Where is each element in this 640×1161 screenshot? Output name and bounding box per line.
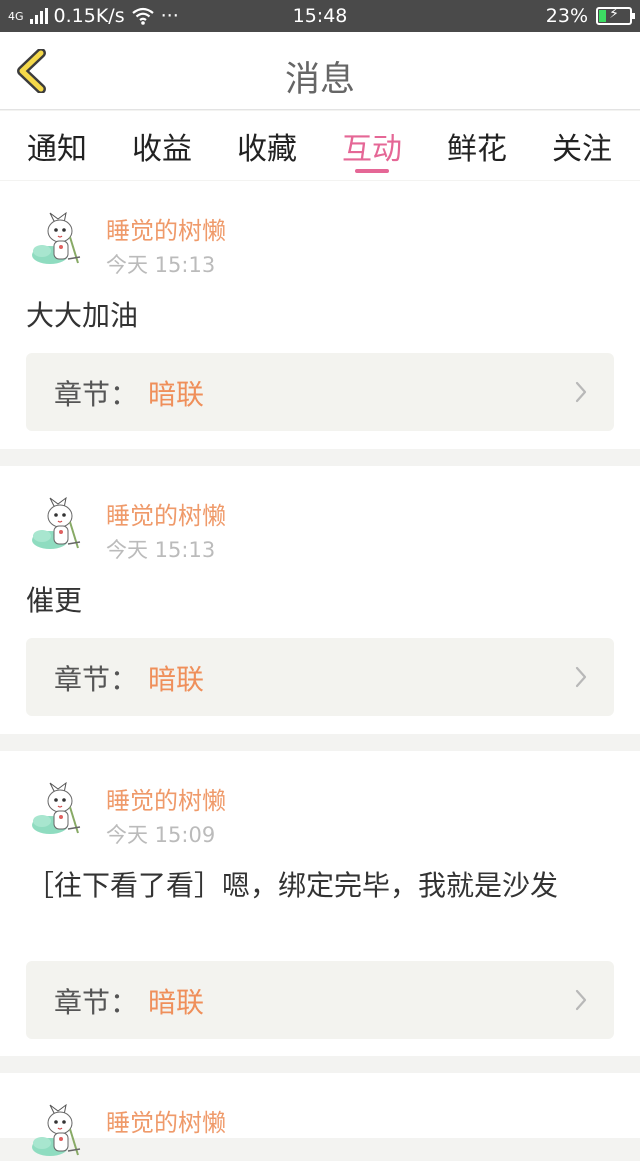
- username[interactable]: 睡觉的树懒: [106, 211, 226, 246]
- chapter-label: 章节：: [54, 378, 139, 411]
- chapter-name: 暗联: [148, 986, 205, 1019]
- tab-following[interactable]: 关注: [542, 124, 622, 168]
- battery-nub: [632, 13, 635, 19]
- avatar[interactable]: [28, 1103, 84, 1161]
- avatar[interactable]: [28, 781, 84, 839]
- chapter-name: 暗联: [148, 378, 205, 411]
- chapter-link[interactable]: 章节： 暗联: [26, 961, 614, 1039]
- username[interactable]: 睡觉的树懒: [106, 1103, 226, 1138]
- battery-icon: ⚡: [596, 6, 635, 25]
- chapter-link[interactable]: 章节： 暗联: [26, 638, 614, 716]
- chapter-name: 暗联: [148, 663, 205, 696]
- tab-bar: 通知 收益 收藏 互动 鲜花 关注: [0, 111, 640, 180]
- page-title: 消息: [284, 60, 355, 100]
- message-card: 睡觉的树懒: [0, 1073, 640, 1157]
- chevron-right-icon: [575, 989, 587, 1011]
- timestamp: 今天 15:13: [106, 538, 216, 562]
- message-card: 睡觉的树懒 今天 15:13 大大加油 章节： 暗联: [0, 181, 640, 449]
- tab-interactions[interactable]: 互动: [332, 124, 412, 168]
- avatar[interactable]: [28, 211, 84, 269]
- active-tab-indicator: [355, 169, 389, 173]
- tab-favorites[interactable]: 收藏: [227, 124, 307, 168]
- chapter-label: 章节：: [54, 663, 139, 696]
- chevron-right-icon: [575, 666, 587, 688]
- avatar[interactable]: [28, 496, 84, 554]
- tab-notifications[interactable]: 通知: [17, 124, 97, 168]
- message-card: 睡觉的树懒 今天 15:13 催更 章节： 暗联: [0, 466, 640, 734]
- charging-bolt-icon: ⚡: [609, 6, 619, 22]
- status-right: 23% ⚡: [545, 5, 635, 27]
- chapter-label: 章节：: [54, 986, 139, 1019]
- chevron-right-icon: [575, 381, 587, 403]
- tab-earnings[interactable]: 收益: [122, 124, 202, 168]
- username[interactable]: 睡觉的树懒: [106, 781, 226, 816]
- status-bar: 4G 0.15K/s ··· 15:48 23% ⚡: [0, 0, 640, 32]
- message-text: 大大加油: [26, 299, 139, 332]
- timestamp: 今天 15:13: [106, 253, 216, 277]
- battery-percent: 23%: [545, 5, 588, 27]
- message-card: 睡觉的树懒 今天 15:09 ［往下看了看］嗯，绑定完毕，我就是沙发 章节： 暗…: [0, 751, 640, 1056]
- chapter-link[interactable]: 章节： 暗联: [26, 353, 614, 431]
- nav-bar: 消息: [0, 32, 640, 110]
- clock: 15:48: [292, 5, 348, 27]
- username[interactable]: 睡觉的树懒: [106, 496, 226, 531]
- timestamp: 今天 15:09: [106, 823, 216, 847]
- tab-flowers[interactable]: 鲜花: [437, 124, 517, 168]
- message-text: ［往下看了看］嗯，绑定完毕，我就是沙发: [26, 869, 559, 902]
- message-text: 催更: [26, 584, 83, 617]
